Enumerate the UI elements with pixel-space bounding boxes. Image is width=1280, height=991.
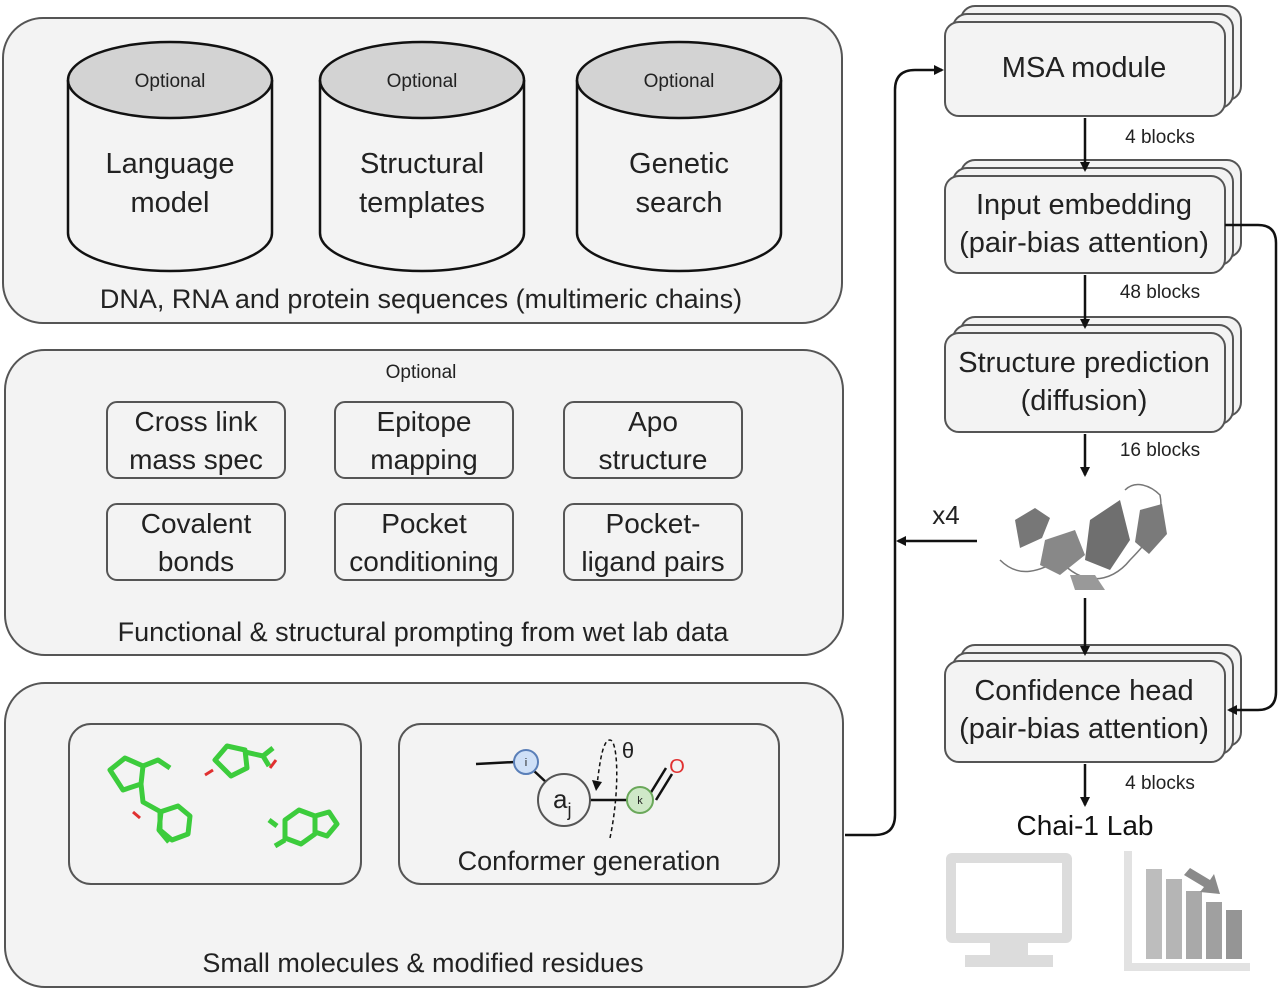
prompt-option-label: Cross link <box>135 406 259 437</box>
prompt-option-box: Pocket-ligand pairs <box>563 503 743 581</box>
db-label: model <box>131 187 210 219</box>
prompt-option-label: structure <box>599 444 708 475</box>
module-label: Confidence head <box>974 675 1193 707</box>
module-label: MSA module <box>1002 52 1166 84</box>
prompt-option-label: mapping <box>370 444 477 475</box>
structure-blocks-label: 16 blocks <box>1120 440 1200 461</box>
small-molecules-caption: Small molecules & modified residues <box>202 948 643 978</box>
chai-1-architecture-diagram: Optional Language model Optional Structu… <box>2 5 1278 988</box>
structure-prediction-module: Structure prediction (diffusion) <box>944 316 1242 433</box>
prompt-option-box: Pocket conditioning <box>334 503 514 581</box>
msa-module: MSA module <box>944 5 1242 117</box>
confidence-head-module: Confidence head (pair-bias attention) <box>944 644 1242 763</box>
genetic-search-database: Optional Genetic search <box>575 40 783 273</box>
oxygen-label: O <box>669 756 685 778</box>
prompt-option-box: Cross link mass spec <box>106 401 286 479</box>
protein-structure-icon <box>999 483 1167 590</box>
conformer-caption: Conformer generation <box>458 846 721 876</box>
prompt-option-label: Pocket <box>381 508 467 539</box>
structural-templates-database: Optional Structural templates <box>318 40 526 273</box>
prompt-option-label: bonds <box>158 546 234 577</box>
small-molecules-panel: i aj k O θ Conformer generation Small mo… <box>4 682 844 988</box>
recycle-label: x4 <box>932 500 959 530</box>
atom-k-label: k <box>637 795 643 807</box>
embedding-blocks-label: 48 blocks <box>1120 282 1200 303</box>
optional-tag: Optional <box>386 362 457 383</box>
theta-label: θ <box>622 738 634 763</box>
output-title: Chai-1 Lab <box>1017 810 1154 841</box>
db-label: Structural <box>360 148 484 180</box>
prompt-option-box: Apo structure <box>563 401 743 479</box>
prompt-option-label: Epitope <box>377 406 472 437</box>
prompt-option-box: Epitope mapping <box>334 401 514 479</box>
confidence-blocks-label: 4 blocks <box>1125 773 1195 794</box>
prompt-option-label: mass spec <box>129 444 263 475</box>
prompt-option-label: Apo <box>628 406 678 437</box>
sequences-caption: DNA, RNA and protein sequences (multimer… <box>100 284 742 314</box>
language-model-database: Optional Language model <box>66 40 274 273</box>
monitor-icon <box>946 853 1072 967</box>
prompt-option-label: Covalent <box>141 508 252 539</box>
optional-tag: Optional <box>644 71 715 92</box>
db-label: search <box>635 187 722 219</box>
module-label: (pair-bias attention) <box>959 227 1209 259</box>
module-label: (pair-bias attention) <box>959 713 1209 745</box>
optional-tag: Optional <box>387 71 458 92</box>
db-label: templates <box>359 187 485 219</box>
module-label: (diffusion) <box>1021 385 1148 417</box>
module-label: Input embedding <box>976 189 1192 221</box>
msa-blocks-label: 4 blocks <box>1125 127 1195 148</box>
optional-tag: Optional <box>135 71 206 92</box>
atom-i-label: i <box>525 757 527 769</box>
module-label: Structure prediction <box>958 347 1209 379</box>
prompt-option-box: Covalent bonds <box>106 503 286 581</box>
prompting-panel: Optional Cross link mass spec Epitope mappi… <box>4 349 844 656</box>
db-label: Language <box>105 148 234 180</box>
prompt-option-label: Pocket- <box>606 508 701 539</box>
prompt-option-label: ligand pairs <box>581 546 724 577</box>
molecules-box <box>68 723 362 885</box>
db-label: Genetic <box>629 148 729 180</box>
declining-bar-chart-icon <box>1124 851 1250 971</box>
input-embedding-module: Input embedding (pair-bias attention) <box>944 159 1242 274</box>
prompt-option-label: conditioning <box>349 546 498 577</box>
sequences-panel: Optional Language model Optional Structu… <box>2 17 843 324</box>
prompting-caption: Functional & structural prompting from w… <box>118 617 730 647</box>
